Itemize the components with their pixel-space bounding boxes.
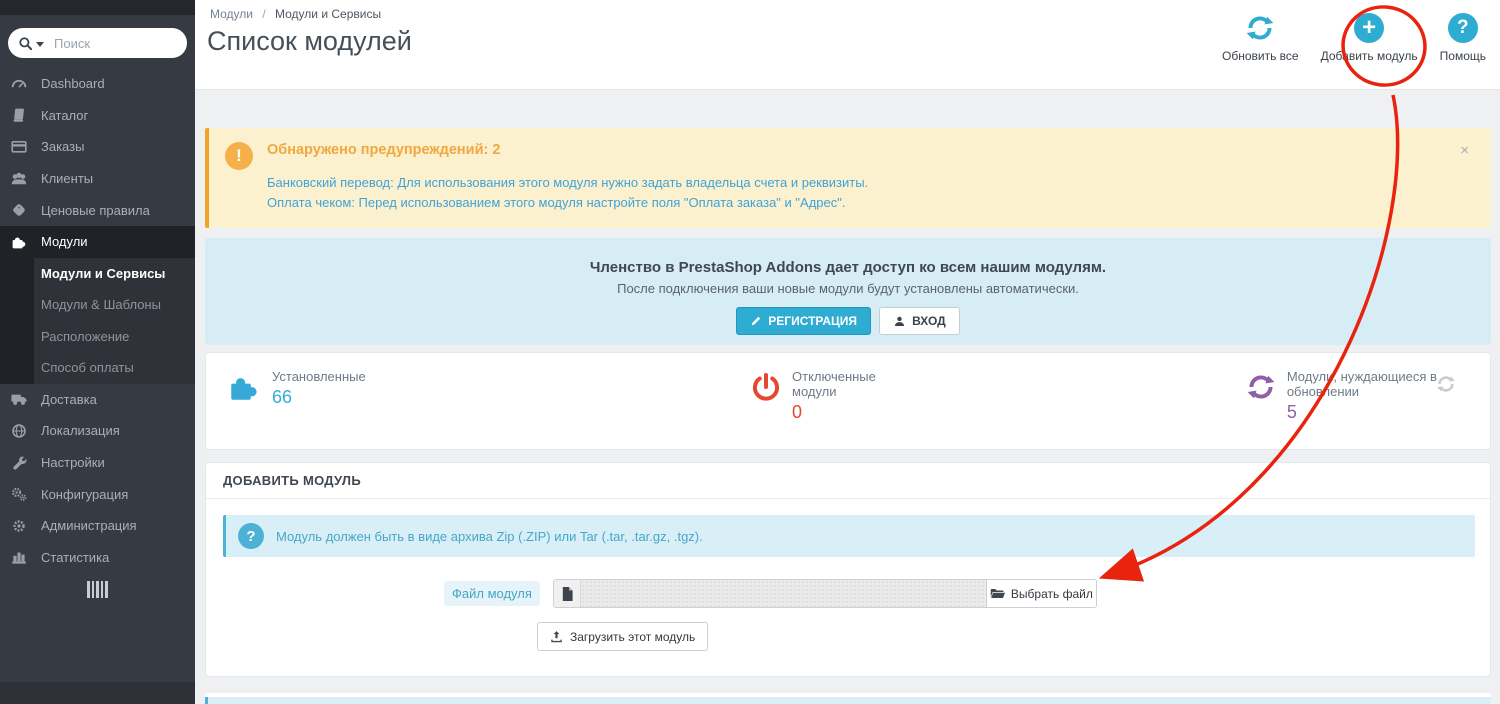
plus-circle-icon: + bbox=[1354, 13, 1384, 43]
power-icon bbox=[750, 369, 782, 405]
modules-stats-panel: Установленные 66 Отключенные модули 0 bbox=[205, 352, 1491, 450]
sidebar-item-administration[interactable]: Администрация bbox=[0, 510, 195, 542]
puzzle-icon bbox=[226, 369, 262, 405]
choose-file-button[interactable]: Выбрать файл bbox=[986, 580, 1096, 607]
page-content: ! Обнаружено предупреждений: 2 Банковски… bbox=[195, 128, 1500, 704]
pencil-icon bbox=[750, 315, 762, 327]
add-module-panel: ДОБАВИТЬ МОДУЛЬ ? Модуль должен быть в в… bbox=[205, 462, 1491, 677]
puzzle-icon bbox=[10, 233, 27, 250]
sidebar-item-shipping[interactable]: Доставка bbox=[0, 384, 195, 416]
register-button[interactable]: РЕГИСТРАЦИЯ bbox=[736, 307, 871, 335]
panel-title: ДОБАВИТЬ МОДУЛЬ bbox=[223, 473, 361, 488]
main-area: Модули / Модули и Сервисы Список модулей… bbox=[195, 0, 1500, 704]
login-button[interactable]: ВХОД bbox=[879, 307, 960, 335]
warning-lines: Банковский перевод: Для использования эт… bbox=[267, 173, 1461, 213]
search-icon bbox=[18, 36, 33, 51]
sidebar-item-catalog[interactable]: Каталог bbox=[0, 100, 195, 132]
sidebar-item-customers[interactable]: Клиенты bbox=[0, 163, 195, 195]
question-circle-icon: ? bbox=[238, 523, 264, 549]
page-header: Модули / Модули и Сервисы Список модулей… bbox=[195, 0, 1500, 90]
wrench-icon bbox=[10, 454, 27, 471]
search-input[interactable] bbox=[54, 36, 164, 51]
module-file-label: Файл модуля bbox=[444, 581, 540, 606]
sidebar-item-advanced-params[interactable]: Конфигурация bbox=[0, 478, 195, 510]
stat-label: Отключенные модули bbox=[792, 369, 910, 399]
sidebar-subitem-modules-themes[interactable]: Модули & Шаблоны bbox=[34, 289, 195, 321]
sidebar-menu: Dashboard Каталог Заказы Клиенты bbox=[0, 68, 195, 573]
sidebar-item-preferences[interactable]: Настройки bbox=[0, 447, 195, 479]
refresh-icon bbox=[1244, 369, 1276, 405]
header-actions: Обновить все + Добавить модуль ? Помощь bbox=[1200, 13, 1486, 63]
addons-panel: Членство в PrestaShop Addons дает доступ… bbox=[205, 238, 1491, 345]
close-icon[interactable]: × bbox=[1460, 142, 1469, 159]
module-file-row: Файл модуля Выбрать файл bbox=[206, 579, 1490, 608]
sidebar-subitem-modules-services[interactable]: Модули и Сервисы bbox=[34, 258, 195, 290]
app-root: Dashboard Каталог Заказы Клиенты bbox=[0, 0, 1500, 704]
truck-icon bbox=[10, 391, 27, 408]
bar-chart-icon bbox=[10, 549, 27, 566]
addons-subheading: После подключения ваши новые модули буду… bbox=[205, 281, 1491, 296]
person-icon bbox=[893, 315, 906, 328]
sidebar-item-orders[interactable]: Заказы bbox=[0, 131, 195, 163]
warning-alert: ! Обнаружено предупреждений: 2 Банковски… bbox=[205, 128, 1491, 228]
file-input-group: Выбрать файл bbox=[553, 579, 1097, 608]
warning-icon: ! bbox=[225, 142, 253, 170]
help-button[interactable]: ? Помощь bbox=[1440, 13, 1486, 63]
stat-disabled: Отключенные модули 0 bbox=[750, 369, 911, 449]
sidebar-top-strip bbox=[0, 0, 195, 15]
refresh-icon bbox=[1244, 13, 1276, 43]
sidebar-item-dashboard[interactable]: Dashboard bbox=[0, 68, 195, 100]
stat-value: 5 bbox=[1287, 402, 1490, 423]
gears-icon bbox=[10, 486, 27, 503]
file-icon bbox=[554, 580, 581, 607]
stat-value: 0 bbox=[792, 402, 910, 423]
sidebar-collapse-icon[interactable] bbox=[0, 573, 195, 605]
warning-title: Обнаружено предупреждений: 2 bbox=[267, 142, 1461, 158]
warning-line-2[interactable]: Оплата чеком: Перед использованием этого… bbox=[267, 193, 1461, 213]
add-module-panel-header: ДОБАВИТЬ МОДУЛЬ bbox=[206, 463, 1490, 499]
sidebar-item-localization[interactable]: Локализация bbox=[0, 415, 195, 447]
sidebar-subitem-positions[interactable]: Расположение bbox=[34, 321, 195, 353]
gear-icon bbox=[10, 517, 27, 534]
gauge-icon bbox=[10, 75, 27, 92]
next-panel-cutoff bbox=[205, 693, 1491, 704]
upload-icon bbox=[550, 630, 563, 644]
search-scope-caret-icon[interactable] bbox=[36, 42, 44, 47]
sidebar-search[interactable] bbox=[8, 28, 187, 58]
sidebar-item-price-rules[interactable]: Ценовые правила bbox=[0, 194, 195, 226]
globe-icon bbox=[10, 422, 27, 439]
sidebar-footer bbox=[0, 682, 195, 704]
refresh-stats-icon[interactable] bbox=[1436, 374, 1456, 399]
info-text: Модуль должен быть в виде архива Zip (.Z… bbox=[276, 529, 703, 544]
next-panel-info-alert bbox=[205, 697, 1491, 704]
stat-label: Установленные bbox=[272, 369, 366, 384]
sidebar-submenu-modules: Модули и Сервисы Модули & Шаблоны Распол… bbox=[0, 258, 195, 384]
tag-icon bbox=[10, 202, 27, 219]
sidebar-item-stats[interactable]: Статистика bbox=[0, 542, 195, 574]
sidebar: Dashboard Каталог Заказы Клиенты bbox=[0, 0, 195, 704]
folder-icon bbox=[990, 587, 1005, 600]
stat-value: 66 bbox=[272, 387, 366, 408]
module-file-input[interactable] bbox=[581, 580, 986, 607]
breadcrumb-parent[interactable]: Модули bbox=[210, 7, 253, 21]
breadcrumb-current: Модули и Сервисы bbox=[275, 7, 381, 21]
book-icon bbox=[10, 107, 27, 124]
question-circle-icon: ? bbox=[1448, 13, 1478, 43]
warning-line-1[interactable]: Банковский перевод: Для использования эт… bbox=[267, 173, 1461, 193]
breadcrumb-separator: / bbox=[262, 7, 265, 21]
addons-heading: Членство в PrestaShop Addons дает доступ… bbox=[205, 259, 1491, 276]
credit-card-icon bbox=[10, 138, 27, 155]
stat-label: Модули, нуждающиеся в обновлении bbox=[1287, 369, 1490, 399]
sidebar-item-modules[interactable]: Модули bbox=[0, 226, 195, 258]
users-icon bbox=[10, 170, 27, 187]
add-module-button[interactable]: + Добавить модуль bbox=[1321, 13, 1418, 63]
refresh-all-button[interactable]: Обновить все bbox=[1222, 13, 1299, 63]
stat-installed: Установленные 66 bbox=[226, 369, 366, 449]
upload-module-button[interactable]: Загрузить этот модуль bbox=[537, 622, 708, 651]
info-alert: ? Модуль должен быть в виде архива Zip (… bbox=[223, 515, 1475, 557]
sidebar-subitem-payment[interactable]: Способ оплаты bbox=[34, 352, 195, 384]
